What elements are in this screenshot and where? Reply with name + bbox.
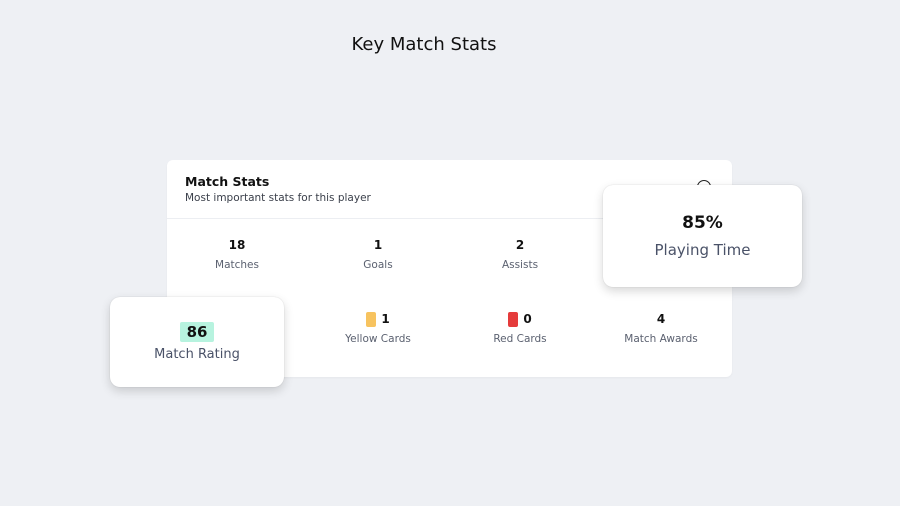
- stat-label: Goals: [363, 259, 393, 271]
- stat-matches: 18 Matches: [167, 237, 307, 271]
- card-subtitle: Most important stats for this player: [185, 192, 371, 204]
- card-title: Match Stats: [185, 174, 270, 189]
- stat-value: 4: [656, 312, 666, 326]
- stat-assists: 2 Assists: [450, 237, 590, 271]
- match-rating-badge: 86: [179, 322, 215, 342]
- stat-label: Matches: [215, 259, 259, 271]
- playing-time-value: 85%: [682, 213, 723, 233]
- stat-yellow-cards: 1 Yellow Cards: [308, 311, 448, 345]
- stat-label: Match Awards: [624, 333, 698, 345]
- playing-time-card: 85% Playing Time: [603, 185, 802, 287]
- stat-value: 1: [381, 312, 390, 326]
- playing-time-label: Playing Time: [654, 241, 751, 259]
- yellow-card-icon: [366, 311, 377, 327]
- stat-red-cards: 0 Red Cards: [450, 311, 590, 345]
- stat-goals: 1 Goals: [308, 237, 448, 271]
- stat-label: Red Cards: [493, 333, 547, 345]
- stat-value: 1: [373, 238, 383, 252]
- stat-value: 2: [515, 238, 525, 252]
- match-rating-card: 86 Match Rating: [110, 297, 284, 387]
- stat-label: Yellow Cards: [345, 333, 411, 345]
- match-rating-label: Match Rating: [154, 347, 240, 362]
- stat-value: 18: [228, 238, 246, 252]
- stat-match-awards: 4 Match Awards: [591, 311, 731, 345]
- red-card-icon: [508, 311, 519, 327]
- stat-value: 0: [523, 312, 532, 326]
- stat-label: Assists: [501, 259, 539, 271]
- page-title: Key Match Stats: [351, 34, 497, 55]
